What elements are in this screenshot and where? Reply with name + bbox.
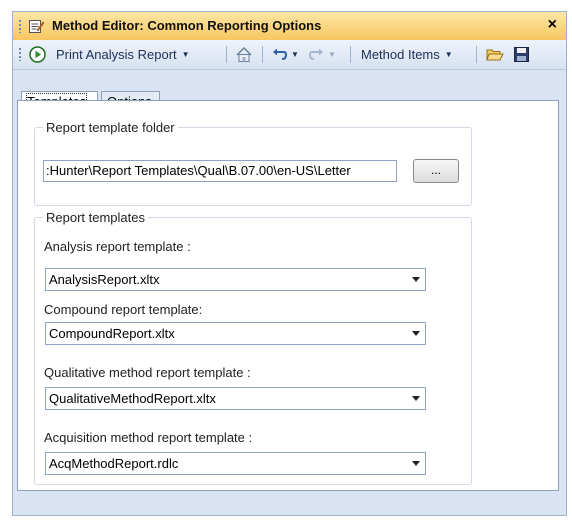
close-button[interactable]: ×: [548, 16, 557, 34]
dropdown-arrow-icon[interactable]: [412, 461, 420, 466]
template-folder-path-text: :Hunter\Report Templates\Qual\B.07.00\en…: [46, 163, 351, 178]
acquisition-method-report-template-label: Acquisition method report template :: [44, 430, 253, 445]
dropdown-arrow-icon[interactable]: [412, 396, 420, 401]
browse-folder-button[interactable]: ...: [413, 159, 459, 183]
analysis-report-template-label: Analysis report template :: [44, 239, 191, 254]
report-templates-title: Report templates: [43, 210, 148, 225]
acquisition-method-report-template-select[interactable]: AcqMethodReport.rdlc: [45, 452, 426, 475]
toolbar-separator: [350, 46, 351, 63]
toolbar: Print Analysis Report ▼ ▼ ▼ Method Items…: [13, 40, 566, 70]
qualitative-method-report-template-select[interactable]: QualitativeMethodReport.xltx: [45, 387, 426, 410]
report-templates-group: Report templates Analysis report templat…: [34, 210, 472, 485]
chevron-down-icon[interactable]: ▼: [182, 50, 190, 59]
title-grip[interactable]: [19, 20, 21, 33]
toolbar-separator: [226, 46, 227, 63]
print-analysis-report-button[interactable]: Print Analysis Report ▼: [29, 45, 190, 64]
qualitative-method-report-template-value: QualitativeMethodReport.xltx: [49, 391, 216, 406]
home-button[interactable]: [235, 45, 253, 64]
play-circle-icon: [29, 46, 46, 63]
report-template-folder-title: Report template folder: [43, 120, 178, 135]
redo-icon: [308, 48, 323, 60]
method-editor-icon: [29, 20, 44, 33]
method-items-label: Method Items: [361, 47, 440, 62]
toolbar-separator: [476, 46, 477, 63]
save-button[interactable]: [513, 45, 530, 64]
qualitative-method-report-template-label: Qualitative method report template :: [44, 365, 251, 380]
window-title: Method Editor: Common Reporting Options: [52, 18, 322, 33]
undo-button[interactable]: ▼: [271, 45, 299, 64]
open-button[interactable]: [486, 45, 504, 64]
template-folder-path-field[interactable]: :Hunter\Report Templates\Qual\B.07.00\en…: [43, 160, 397, 182]
compound-report-template-label: Compound report template:: [44, 302, 203, 317]
print-analysis-report-label: Print Analysis Report: [56, 47, 177, 62]
toolbar-grip[interactable]: [19, 48, 21, 61]
chevron-down-icon[interactable]: ▼: [291, 50, 299, 59]
chevron-down-icon: ▼: [328, 50, 336, 59]
dropdown-arrow-icon[interactable]: [412, 277, 420, 282]
title-bar: Method Editor: Common Reporting Options …: [13, 12, 566, 41]
acquisition-method-report-template-value: AcqMethodReport.rdlc: [49, 456, 179, 471]
compound-report-template-value: CompoundReport.xltx: [49, 326, 175, 341]
toolbar-separator: [262, 46, 263, 63]
home-icon: [236, 46, 252, 62]
chevron-down-icon[interactable]: ▼: [445, 50, 453, 59]
save-icon: [514, 47, 529, 62]
open-folder-icon: [486, 49, 504, 61]
compound-report-template-select[interactable]: CompoundReport.xltx: [45, 322, 426, 345]
templates-panel: Report template folder :Hunter\Report Te…: [17, 100, 559, 491]
redo-button: ▼: [308, 45, 336, 64]
method-items-button[interactable]: Method Items ▼: [361, 45, 453, 64]
report-template-folder-group: Report template folder :Hunter\Report Te…: [34, 120, 472, 206]
analysis-report-template-select[interactable]: AnalysisReport.xltx: [45, 268, 426, 291]
dropdown-arrow-icon[interactable]: [412, 331, 420, 336]
undo-icon: [273, 48, 288, 60]
analysis-report-template-value: AnalysisReport.xltx: [49, 272, 160, 287]
